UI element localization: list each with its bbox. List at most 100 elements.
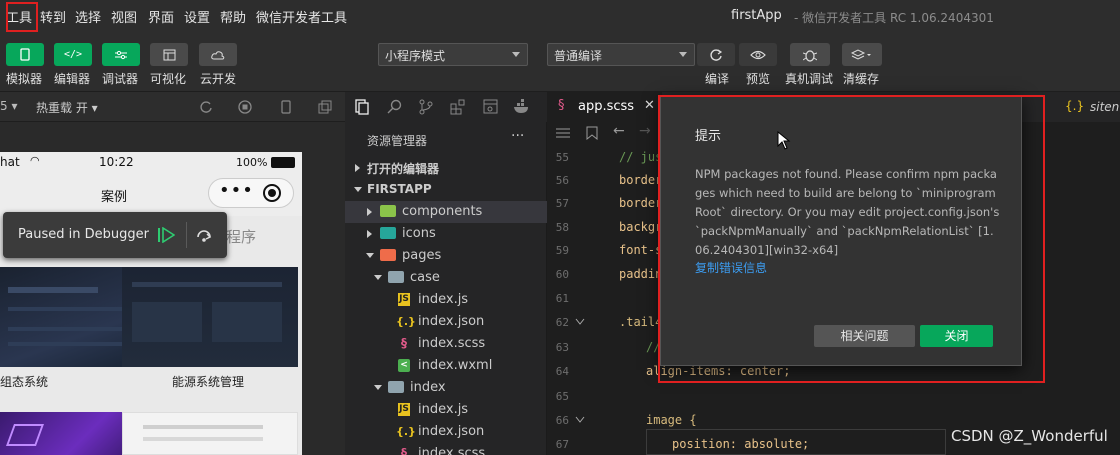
tree-item-icons[interactable]: icons — [345, 223, 547, 245]
editor-button[interactable]: </> — [54, 43, 92, 66]
chevron-down-icon — [366, 253, 374, 258]
docker-icon[interactable] — [513, 99, 531, 115]
tree-item-index[interactable]: index — [345, 377, 547, 399]
capsule-menu[interactable]: ••• — [208, 178, 294, 208]
refresh-icon — [710, 48, 723, 61]
search-icon[interactable] — [387, 99, 403, 115]
tree-item-file[interactable]: § index.scss — [345, 333, 547, 355]
clear-cache-button[interactable] — [842, 43, 882, 66]
phone-icon[interactable] — [281, 100, 291, 114]
layout-icon — [163, 49, 175, 60]
phone-screen: hat ◠ 10:22 100% 案例 ••• 程序 组态系统 能源系统管理 — [0, 152, 302, 455]
card-image-4[interactable] — [122, 412, 298, 455]
section-open-editors[interactable]: 打开的编辑器 — [345, 157, 547, 179]
list-icon[interactable] — [556, 127, 570, 139]
extensions-icon[interactable] — [450, 99, 466, 115]
card-image-energy[interactable] — [122, 267, 298, 367]
tree-item-case[interactable]: case — [345, 267, 547, 289]
zoom-select[interactable]: 5 ▾ — [0, 99, 17, 113]
tree-item-file[interactable]: < index.wxml — [345, 355, 547, 377]
resume-icon[interactable] — [157, 227, 175, 243]
tree-item-components[interactable]: components — [345, 201, 547, 223]
line-number: 62 — [555, 316, 569, 329]
debugger-button[interactable] — [102, 43, 140, 66]
preview-button[interactable] — [739, 43, 777, 66]
tree-item-file[interactable]: {.} index.json — [345, 311, 547, 333]
compile-label: 编译 — [705, 72, 730, 86]
refresh-icon[interactable] — [199, 100, 213, 114]
tab-sitemap[interactable]: siten — [1090, 100, 1119, 114]
menu-interface[interactable]: 界面 — [148, 7, 174, 26]
debugger-paused-popup: Paused in Debugger — [3, 212, 227, 258]
files-icon[interactable] — [354, 99, 370, 115]
eye-icon — [750, 50, 766, 59]
chevron-right-icon — [367, 208, 372, 216]
explorer-panel: 资源管理器 ··· 打开的编辑器 FIRSTAPP components ico… — [345, 122, 547, 455]
folder-icon — [388, 271, 404, 283]
menu-wechat-devtools[interactable]: 微信开发者工具 — [256, 7, 347, 26]
phone-icon — [20, 48, 30, 61]
tree-item-label: index.wxml — [418, 358, 493, 373]
source-control-icon[interactable] — [419, 99, 433, 115]
menu-settings[interactable]: 设置 — [184, 7, 210, 26]
menu-goto[interactable]: 转到 — [40, 7, 66, 26]
section-firstapp[interactable]: FIRSTAPP — [345, 179, 547, 201]
compile-select[interactable]: 普通编译 — [547, 43, 695, 66]
tree-item-label: index — [410, 380, 446, 395]
menu-select[interactable]: 选择 — [75, 7, 101, 26]
battery-icon — [271, 157, 295, 168]
folder-icon — [388, 381, 404, 393]
back-arrow-icon[interactable]: ← — [613, 123, 625, 139]
fold-chevron-icon[interactable] — [575, 416, 585, 424]
tree-item-pages[interactable]: pages — [345, 245, 547, 267]
tree-item-file[interactable]: § index.scss — [345, 443, 547, 455]
stop-icon[interactable] — [238, 100, 252, 114]
compile-select-value: 普通编译 — [554, 49, 603, 63]
preview-panel-icon[interactable] — [483, 99, 499, 115]
code-line: .tail4 — [619, 315, 663, 329]
device-debug-button[interactable] — [790, 43, 830, 66]
mode-select[interactable]: 小程序模式 — [378, 43, 528, 66]
window-subtitle: - 微信开发者工具 RC 1.06.2404301 — [794, 11, 994, 25]
tree-item-label: icons — [402, 226, 436, 241]
watermark: CSDN @Z_Wonderful — [951, 427, 1108, 445]
close-icon[interactable]: ✕ — [644, 98, 655, 113]
close-mini-program-icon[interactable] — [263, 184, 281, 202]
folder-icon — [380, 227, 396, 239]
fold-chevron-icon[interactable] — [575, 318, 585, 326]
wifi-icon: ◠ — [30, 154, 40, 167]
mode-select-value: 小程序模式 — [385, 49, 446, 63]
tree-item-label: components — [402, 204, 483, 219]
explorer-header: 资源管理器 — [367, 134, 428, 148]
code-icon: </> — [63, 49, 83, 60]
scss-file-icon: § — [401, 446, 407, 455]
tree-item-label: pages — [402, 248, 442, 263]
tree-item-file[interactable]: JS index.js — [345, 399, 547, 421]
more-icon[interactable]: ··· — [511, 128, 524, 144]
window-icon[interactable] — [318, 100, 332, 114]
layers-icon — [851, 48, 871, 60]
bookmark-icon[interactable] — [586, 126, 598, 140]
tree-item-file[interactable]: JS index.js — [345, 289, 547, 311]
chevron-down-icon — [354, 187, 362, 192]
js-file-icon: JS — [398, 293, 410, 306]
hidden-title-text: 程序 — [226, 228, 257, 246]
step-over-icon[interactable] — [195, 227, 213, 243]
scss-file-icon: § — [558, 98, 565, 113]
divider — [186, 222, 187, 248]
compile-button[interactable] — [697, 43, 735, 66]
forward-arrow-icon[interactable]: → — [639, 123, 651, 139]
tab-app-scss[interactable]: § app.scss ✕ — [547, 92, 662, 122]
tree-item-file[interactable]: {.} index.json — [345, 421, 547, 443]
menu-view[interactable]: 视图 — [111, 7, 137, 26]
more-dots-icon[interactable]: ••• — [219, 180, 254, 201]
activity-bar — [345, 92, 547, 122]
simulator-button[interactable] — [6, 43, 44, 66]
cloud-button[interactable] — [199, 43, 237, 66]
visual-button[interactable] — [150, 43, 188, 66]
chevron-down-icon — [374, 385, 382, 390]
menu-help[interactable]: 帮助 — [220, 7, 246, 26]
window-title: firstApp — [731, 8, 782, 23]
hot-reload-select[interactable]: 热重载 开 ▾ — [36, 99, 98, 116]
battery-percent: 100% — [236, 156, 268, 169]
